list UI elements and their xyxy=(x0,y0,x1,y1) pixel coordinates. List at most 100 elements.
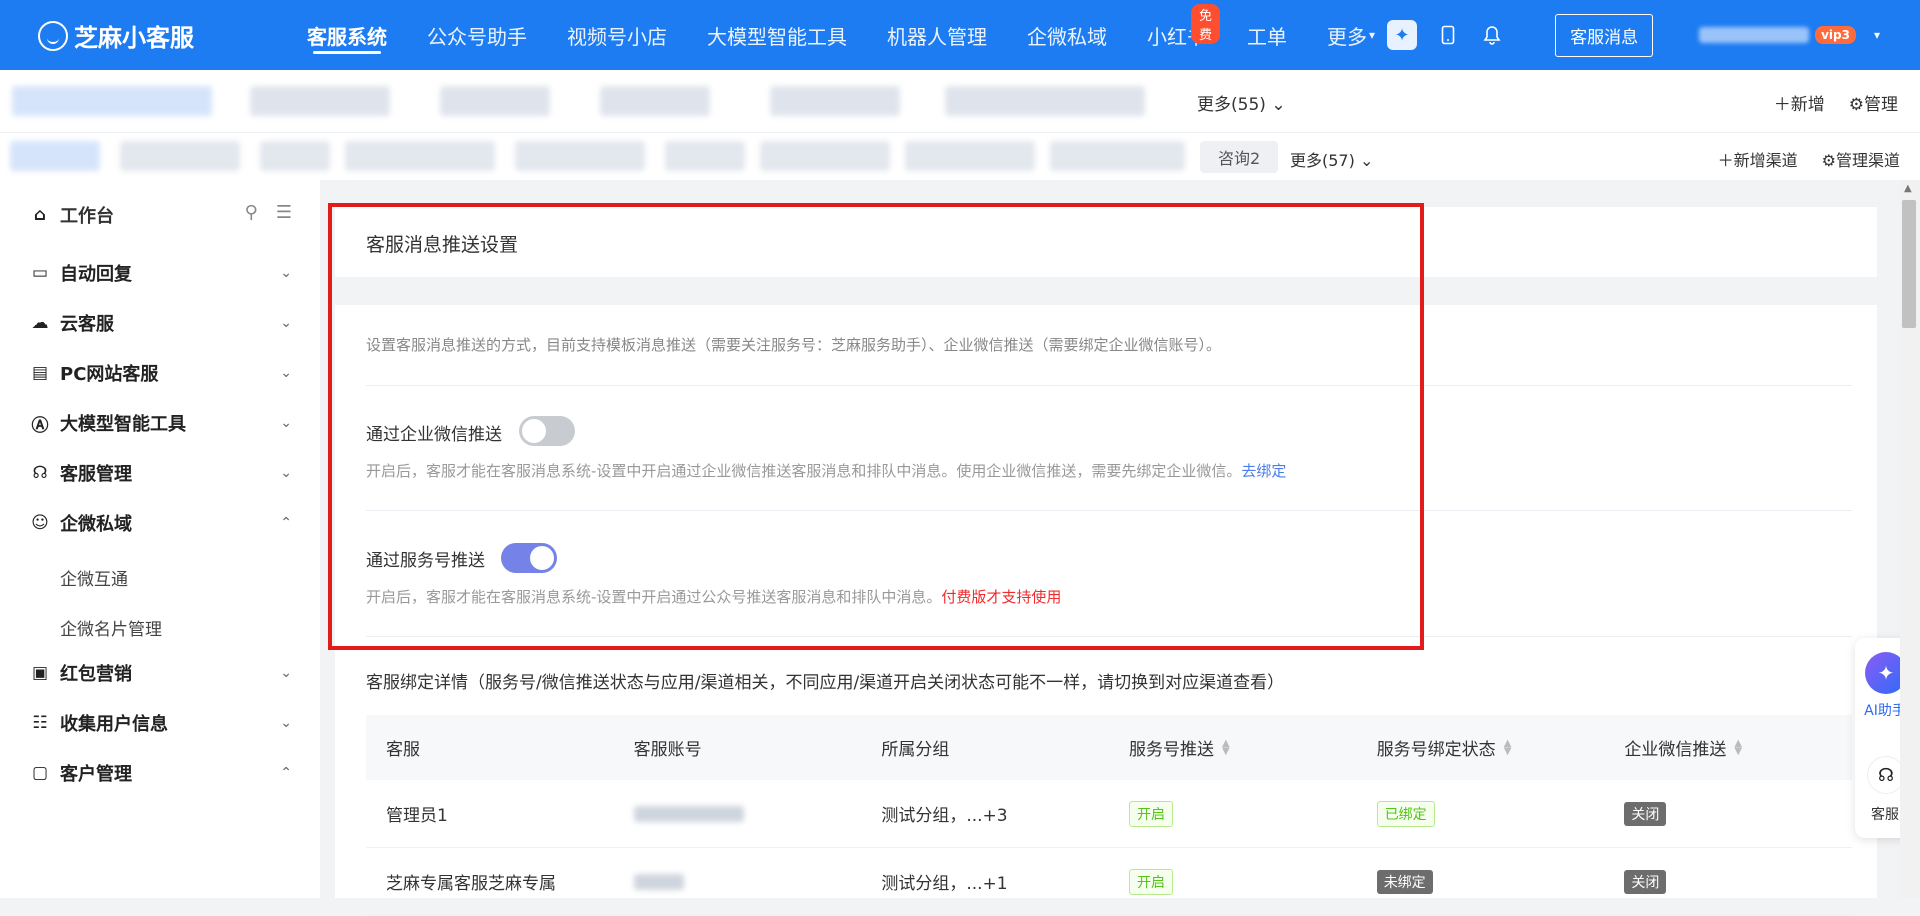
sidebar-item-collect-info[interactable]: ☷ 收集用户信息 ⌄ xyxy=(30,710,292,736)
sidebar-item-auto-reply[interactable]: ▭ 自动回复 ⌄ xyxy=(30,260,292,286)
chevron-down-icon[interactable]: ▾ xyxy=(1874,28,1880,42)
cloud-icon: ☁ xyxy=(31,313,49,333)
nav-item-mp-assistant[interactable]: 公众号助手 xyxy=(427,0,527,70)
channel-tab[interactable] xyxy=(120,141,240,171)
chevron-down-icon: ⌄ xyxy=(280,315,292,331)
col-mp-bind[interactable]: 服务号绑定状态 ▲ ▼ xyxy=(1357,735,1605,760)
app-tab[interactable] xyxy=(12,86,212,116)
status-badge: 关闭 xyxy=(1624,801,1667,826)
users-icon: ☺ xyxy=(31,513,49,533)
cell-mp-bind: 未绑定 xyxy=(1357,869,1605,894)
chevron-down-icon: ⌄ xyxy=(280,465,292,481)
nav-item-more[interactable]: 更多 ▾ xyxy=(1327,0,1375,70)
account-blurred xyxy=(633,805,744,822)
channel-tab[interactable] xyxy=(10,141,100,171)
channel-tab[interactable] xyxy=(1050,141,1185,171)
scroll-up-icon[interactable]: ▲ xyxy=(1904,183,1912,194)
filter-list-icon[interactable]: ☰ xyxy=(276,202,292,223)
browser-window-icon: ▤ xyxy=(31,363,49,383)
channel-tab[interactable] xyxy=(515,141,645,171)
channel-tabs-more-label: 更多(57) xyxy=(1290,151,1355,170)
brand-logo[interactable]: 芝麻小客服 xyxy=(38,18,194,53)
kefu-message-button[interactable]: 客服消息 xyxy=(1555,13,1654,57)
scrollbar-thumb[interactable] xyxy=(1902,200,1916,328)
status-badge: 已绑定 xyxy=(1376,800,1435,827)
manage-channels-button[interactable]: ⚙管理渠道 xyxy=(1822,147,1900,171)
nav-item-ticket[interactable]: 工单 xyxy=(1247,0,1287,70)
chevron-up-icon: ⌃ xyxy=(280,515,292,531)
manage-apps-label: 管理 xyxy=(1864,95,1898,115)
sidebar-item-wecom-private[interactable]: ☺ 企微私域 ⌃ xyxy=(30,510,292,536)
add-channel-button[interactable]: ＋新增渠道 xyxy=(1718,147,1798,171)
nav-item-kefu-system[interactable]: 客服系统 xyxy=(307,0,387,70)
channel-tabs-more[interactable]: 更多(57) ⌄ xyxy=(1290,147,1373,171)
channel-tab-consult2[interactable]: 咨询2 xyxy=(1200,141,1279,173)
bell-icon[interactable] xyxy=(1479,22,1505,48)
app-tab[interactable] xyxy=(945,86,1145,116)
channel-tab[interactable] xyxy=(905,141,1035,171)
status-badge: 关闭 xyxy=(1624,869,1667,894)
app-tab[interactable] xyxy=(440,86,550,116)
col-kefu: 客服 xyxy=(366,735,614,760)
col-group-label: 所属分组 xyxy=(881,740,950,760)
sidebar-item-customer-manage[interactable]: ▢ 客户管理 ⌃ xyxy=(30,760,292,786)
add-channel-label: 新增渠道 xyxy=(1733,151,1798,170)
nav-item-llm-tools[interactable]: 大模型智能工具 xyxy=(707,0,847,70)
app-tabs-more[interactable]: 更多(55) ⌄ xyxy=(1197,90,1286,115)
sidebar: ⌂ 工作台 ⚲ ☰ ▭ 自动回复 ⌄ ☁ 云客服 ⌄ ▤ PC网站客服 ⌄ Ⓐ 大模型智能工具… xyxy=(0,180,320,898)
sort-icon[interactable]: ▲ ▼ xyxy=(1222,738,1230,756)
user-account-name[interactable] xyxy=(1699,27,1810,43)
col-wecom-push[interactable]: 企业微信推送 ▲ ▼ xyxy=(1604,735,1852,760)
col-wecom-push-label: 企业微信推送 xyxy=(1624,740,1727,760)
sidebar-item-red-packet[interactable]: ▣ 红包营销 ⌄ xyxy=(30,660,292,686)
manage-apps-button[interactable]: ⚙管理 xyxy=(1849,90,1898,115)
app-tab[interactable] xyxy=(250,86,390,116)
sidebar-subitem-wecom-card[interactable]: 企微名片管理 xyxy=(60,615,162,640)
gift-icon: ▣ xyxy=(31,663,49,683)
app-tab[interactable] xyxy=(600,86,710,116)
sidebar-item-label: 红包营销 xyxy=(60,664,132,685)
sidebar-item-pc-site[interactable]: ▤ PC网站客服 ⌄ xyxy=(30,360,292,386)
main-nav: 客服系统 公众号助手 视频号小店 大模型智能工具 机器人管理 企微私域 小红书 … xyxy=(307,0,1375,70)
sort-icon[interactable]: ▲ ▼ xyxy=(1734,738,1742,756)
channel-tab[interactable] xyxy=(345,141,495,171)
sort-icon[interactable]: ▲ ▼ xyxy=(1504,738,1512,756)
app-tab[interactable] xyxy=(770,86,900,116)
channel-tab[interactable] xyxy=(260,141,330,171)
chevron-down-icon: ⌄ xyxy=(280,365,292,381)
col-mp-push-label: 服务号推送 xyxy=(1129,740,1215,760)
nav-item-wecom-private[interactable]: 企微私域 xyxy=(1027,0,1107,70)
table-row: 芝麻专属客服芝麻专属 测试分组，...+1 开启 未绑定 关闭 xyxy=(366,848,1852,916)
sidebar-item-label: PC网站客服 xyxy=(60,364,159,385)
sidebar-item-llm-tools[interactable]: Ⓐ 大模型智能工具 ⌄ xyxy=(30,410,293,436)
chevron-down-icon: ⌄ xyxy=(1271,95,1286,115)
nav-item-robot[interactable]: 机器人管理 xyxy=(887,0,987,70)
search-icon[interactable]: ⚲ xyxy=(245,202,258,223)
cell-wecom-push: 关闭 xyxy=(1604,801,1852,826)
sidebar-subitem-wecom-interop[interactable]: 企微互通 xyxy=(60,565,128,590)
cell-mp-push: 开启 xyxy=(1109,868,1357,895)
nav-item-xiaohongshu[interactable]: 小红书 免费 xyxy=(1147,0,1221,70)
workbench-label: 工作台 xyxy=(60,206,114,227)
list-icon: ☷ xyxy=(32,713,48,733)
channel-tab-bar: 咨询2 更多(57) ⌄ ＋新增渠道 ⚙管理渠道 xyxy=(0,132,1920,180)
manage-channels-label: 管理渠道 xyxy=(1835,151,1900,170)
ai-sparkle-icon[interactable]: ✦ xyxy=(1387,20,1418,50)
mobile-icon[interactable] xyxy=(1435,22,1461,48)
nav-right: ✦ 客服消息 vip3 ▾ xyxy=(1387,0,1880,70)
status-badge: 开启 xyxy=(1129,800,1174,827)
channel-tab[interactable] xyxy=(760,141,890,171)
status-badge: 未绑定 xyxy=(1376,869,1433,894)
add-app-button[interactable]: ＋新增 xyxy=(1774,90,1825,115)
sidebar-item-kefu-manage[interactable]: ☊ 客服管理 ⌄ xyxy=(30,460,292,486)
app-tab-bar: 更多(55) ⌄ ＋新增 ⚙管理 xyxy=(0,70,1920,132)
sidebar-workbench[interactable]: ⌂ 工作台 xyxy=(30,202,114,228)
col-mp-push[interactable]: 服务号推送 ▲ ▼ xyxy=(1109,735,1357,760)
channel-tab[interactable] xyxy=(665,141,745,171)
smile-logo-icon xyxy=(38,20,68,51)
sidebar-item-cloud-kefu[interactable]: ☁ 云客服 ⌄ xyxy=(30,310,293,336)
account-blurred xyxy=(633,873,684,890)
binding-table: 客服 客服账号 所属分组 服务号推送 ▲ ▼ 服务号绑定状态 ▲ ▼ 企业微信推送 ▲ ▼ … xyxy=(366,715,1852,916)
nav-item-video-shop[interactable]: 视频号小店 xyxy=(567,0,667,70)
sidebar-item-label: 企微私域 xyxy=(60,514,132,535)
